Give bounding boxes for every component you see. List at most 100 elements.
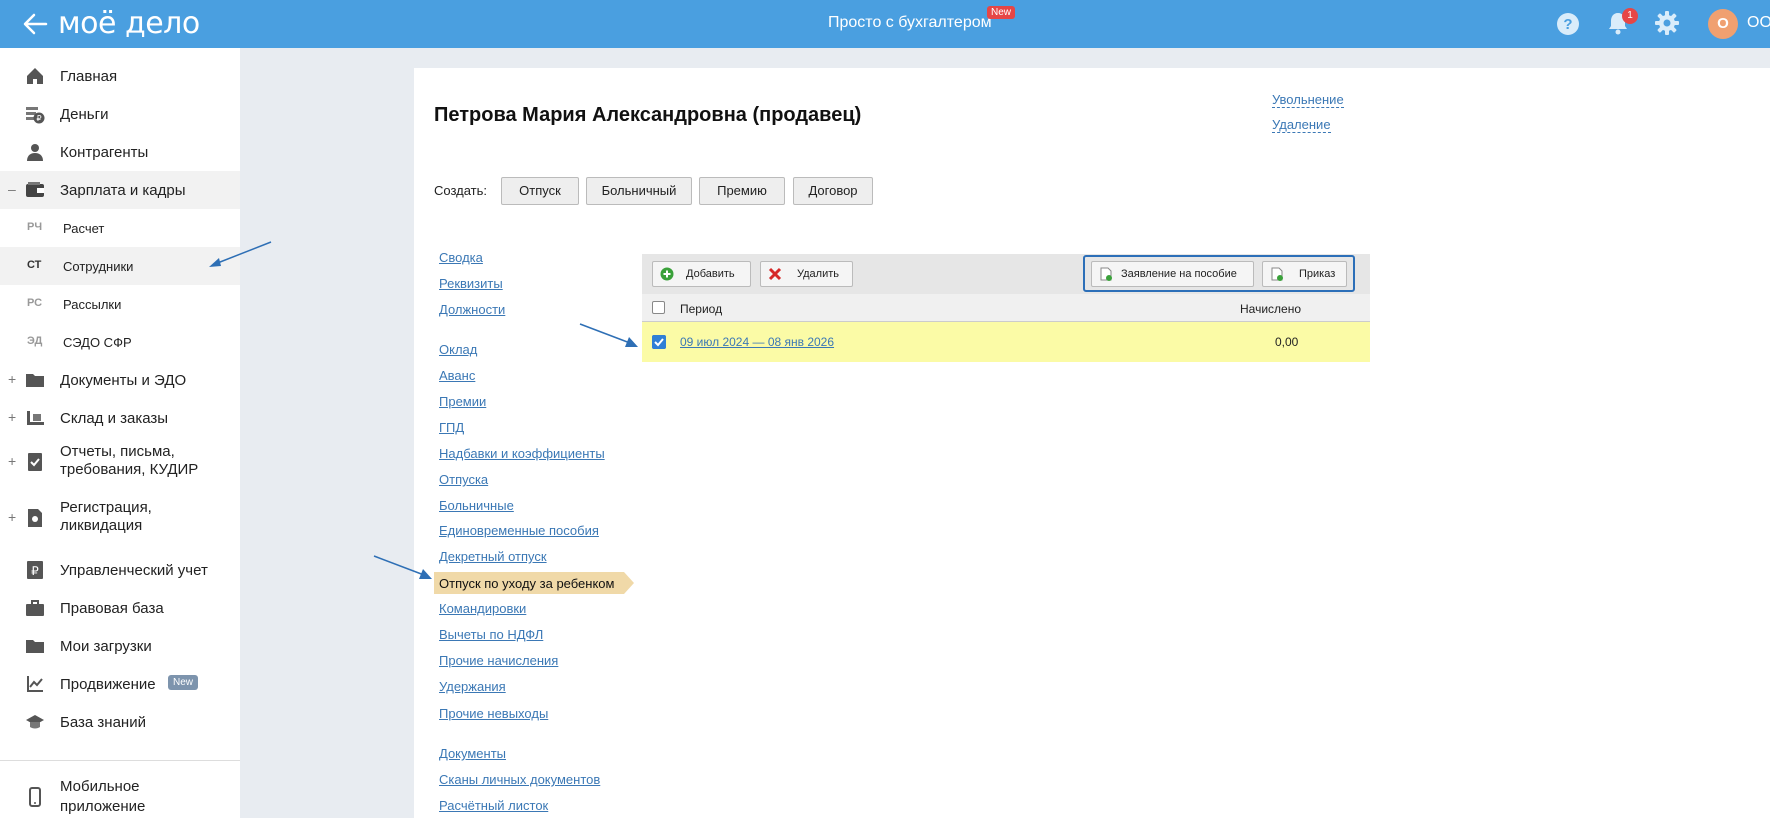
add-button[interactable]: Добавить <box>652 261 751 287</box>
red-cross-icon <box>768 267 782 281</box>
org-name[interactable]: ООО <box>1747 14 1770 32</box>
new-badge: New <box>987 6 1016 19</box>
svg-text:₽: ₽ <box>36 114 41 123</box>
link-positions[interactable]: Должности <box>439 302 505 317</box>
briefcase-icon <box>26 600 44 616</box>
benefit-application-button[interactable]: Заявление на пособие <box>1091 261 1254 287</box>
subitem-abbr: СТ <box>27 259 42 271</box>
sidebar-item-mobile-app[interactable]: Мобильное приложение <box>0 774 240 818</box>
select-all-checkbox[interactable] <box>652 301 665 314</box>
expand-toggle[interactable]: + <box>8 509 16 525</box>
warehouse-icon <box>27 411 44 425</box>
link-gpd[interactable]: ГПД <box>439 420 464 435</box>
link-bonuses[interactable]: Премии <box>439 394 486 409</box>
dismissal-link[interactable]: Увольнение <box>1272 92 1344 108</box>
column-header-accrued: Начислено <box>1240 302 1302 316</box>
sidebar-item-contractors[interactable]: Контрагенты <box>0 133 240 171</box>
contractors-icon <box>27 144 43 161</box>
home-icon <box>27 68 43 84</box>
sidebar-item-legal[interactable]: Правовая база <box>0 589 240 627</box>
avatar[interactable]: О <box>1708 9 1738 39</box>
sidebar-subitem-mailings[interactable]: РС Рассылки <box>0 285 240 323</box>
sidebar-item-knowledge[interactable]: База знаний <box>0 703 240 741</box>
sidebar-item-warehouse[interactable]: + Склад и заказы <box>0 399 240 437</box>
sidebar-item-label: Правовая база <box>60 600 164 617</box>
delete-button[interactable]: Удалить <box>760 261 853 287</box>
link-sick-leaves[interactable]: Больничные <box>439 498 514 513</box>
sidebar-item-home[interactable]: Главная <box>0 57 240 95</box>
link-allowances[interactable]: Надбавки и коэффициенты <box>439 446 605 461</box>
subitem-label: СЭДО СФР <box>63 335 132 350</box>
sidebar-item-downloads[interactable]: Мои загрузки <box>0 627 240 665</box>
sidebar-subitem-employees[interactable]: СТ Сотрудники <box>0 247 240 285</box>
column-header-period: Период <box>680 302 723 316</box>
expand-toggle[interactable]: + <box>8 453 16 469</box>
sidebar-item-label: Отчеты, письма, <box>60 443 175 460</box>
sidebar-item-money[interactable]: ₽ Деньги <box>0 95 240 133</box>
sidebar-item-label: Продвижение <box>60 676 156 693</box>
link-documents[interactable]: Документы <box>439 746 506 761</box>
link-ndfl-deductions[interactable]: Вычеты по НДФЛ <box>439 627 543 642</box>
sidebar-item-documents[interactable]: + Документы и ЭДО <box>0 361 240 399</box>
document-add-icon <box>1100 267 1112 281</box>
create-sick-leave-button[interactable]: Больничный <box>586 177 692 205</box>
sidebar-item-label: Мобильное <box>60 778 140 795</box>
logo[interactable]: моё дело <box>58 6 200 41</box>
sidebar-subitem-sedo[interactable]: ЭД СЭДО СФР <box>0 323 240 361</box>
link-maternity-leave[interactable]: Декретный отпуск <box>439 549 547 564</box>
sidebar: Главная ₽ Деньги Контрагенты – Зарплата … <box>0 48 240 818</box>
order-button[interactable]: Приказ <box>1262 261 1347 287</box>
sidebar-item-label: Документы и ЭДО <box>60 372 187 389</box>
period-link[interactable]: 09 июл 2024 — 08 янв 2026 <box>680 335 834 349</box>
collapse-toggle[interactable]: – <box>8 181 16 197</box>
gear-icon[interactable] <box>1654 10 1680 36</box>
report-icon <box>28 453 42 471</box>
sidebar-item-label: Управленческий учет <box>60 562 208 579</box>
page-title: Петрова Мария Александровна (продавец) <box>434 104 862 126</box>
create-contract-button[interactable]: Договор <box>793 177 873 205</box>
subitem-abbr: РЧ <box>27 221 43 233</box>
delete-employee-link[interactable]: Удаление <box>1272 117 1331 133</box>
table-row[interactable]: 09 июл 2024 — 08 янв 2026 0,00 <box>642 322 1370 362</box>
link-salary[interactable]: Оклад <box>439 342 477 357</box>
link-advance[interactable]: Аванс <box>439 368 475 383</box>
link-requisites[interactable]: Реквизиты <box>439 276 503 291</box>
link-business-trips[interactable]: Командировки <box>439 601 526 616</box>
sidebar-item-label: Зарплата и кадры <box>60 182 186 199</box>
sidebar-item-registration[interactable]: + Регистрация, ликвидация <box>0 493 240 543</box>
link-other-accruals[interactable]: Прочие начисления <box>439 653 558 668</box>
expand-toggle[interactable]: + <box>8 409 16 425</box>
link-vacations[interactable]: Отпуска <box>439 472 488 487</box>
service-title[interactable]: Просто с бухгалтером <box>828 14 992 32</box>
accrued-amount: 0,00 <box>1275 335 1299 349</box>
back-arrow-icon[interactable] <box>20 10 50 38</box>
sidebar-subitem-calculation[interactable]: РЧ Расчет <box>0 209 240 247</box>
help-icon[interactable]: ? <box>1556 12 1580 36</box>
sidebar-item-label: Мои загрузки <box>60 638 152 655</box>
link-document-scans[interactable]: Сканы личных документов <box>439 772 600 787</box>
graduation-icon <box>26 715 44 729</box>
link-payslip[interactable]: Расчётный листок <box>439 798 548 813</box>
registration-icon <box>28 509 42 527</box>
document-add-icon <box>1271 267 1283 281</box>
row-checkbox[interactable] <box>652 335 666 349</box>
money-icon: ₽ <box>26 107 45 124</box>
sidebar-item-promotion[interactable]: Продвижение New <box>0 665 240 703</box>
sidebar-item-management[interactable]: ₽ Управленческий учет <box>0 551 240 589</box>
link-parental-leave-active[interactable]: Отпуск по уходу за ребенком <box>434 572 634 594</box>
plus-circle-icon <box>660 267 674 281</box>
link-one-time-benefits[interactable]: Единовременные пособия <box>439 523 599 538</box>
sidebar-item-salary[interactable]: – Зарплата и кадры <box>0 171 240 209</box>
expand-toggle[interactable]: + <box>8 371 16 387</box>
create-label: Создать: <box>434 183 488 198</box>
sidebar-item-reports[interactable]: + Отчеты, письма, требования, КУДИР <box>0 437 240 487</box>
create-bonus-button[interactable]: Премию <box>699 177 785 205</box>
benefit-application-label: Заявление на пособие <box>1121 268 1237 280</box>
link-summary[interactable]: Сводка <box>439 250 483 265</box>
sidebar-divider <box>0 760 240 761</box>
sidebar-item-label-line2: ликвидация <box>60 517 143 534</box>
link-withholdings[interactable]: Удержания <box>439 679 506 694</box>
new-badge: New <box>168 675 199 690</box>
link-other-absences[interactable]: Прочие невыходы <box>439 706 548 721</box>
create-vacation-button[interactable]: Отпуск <box>501 177 579 205</box>
